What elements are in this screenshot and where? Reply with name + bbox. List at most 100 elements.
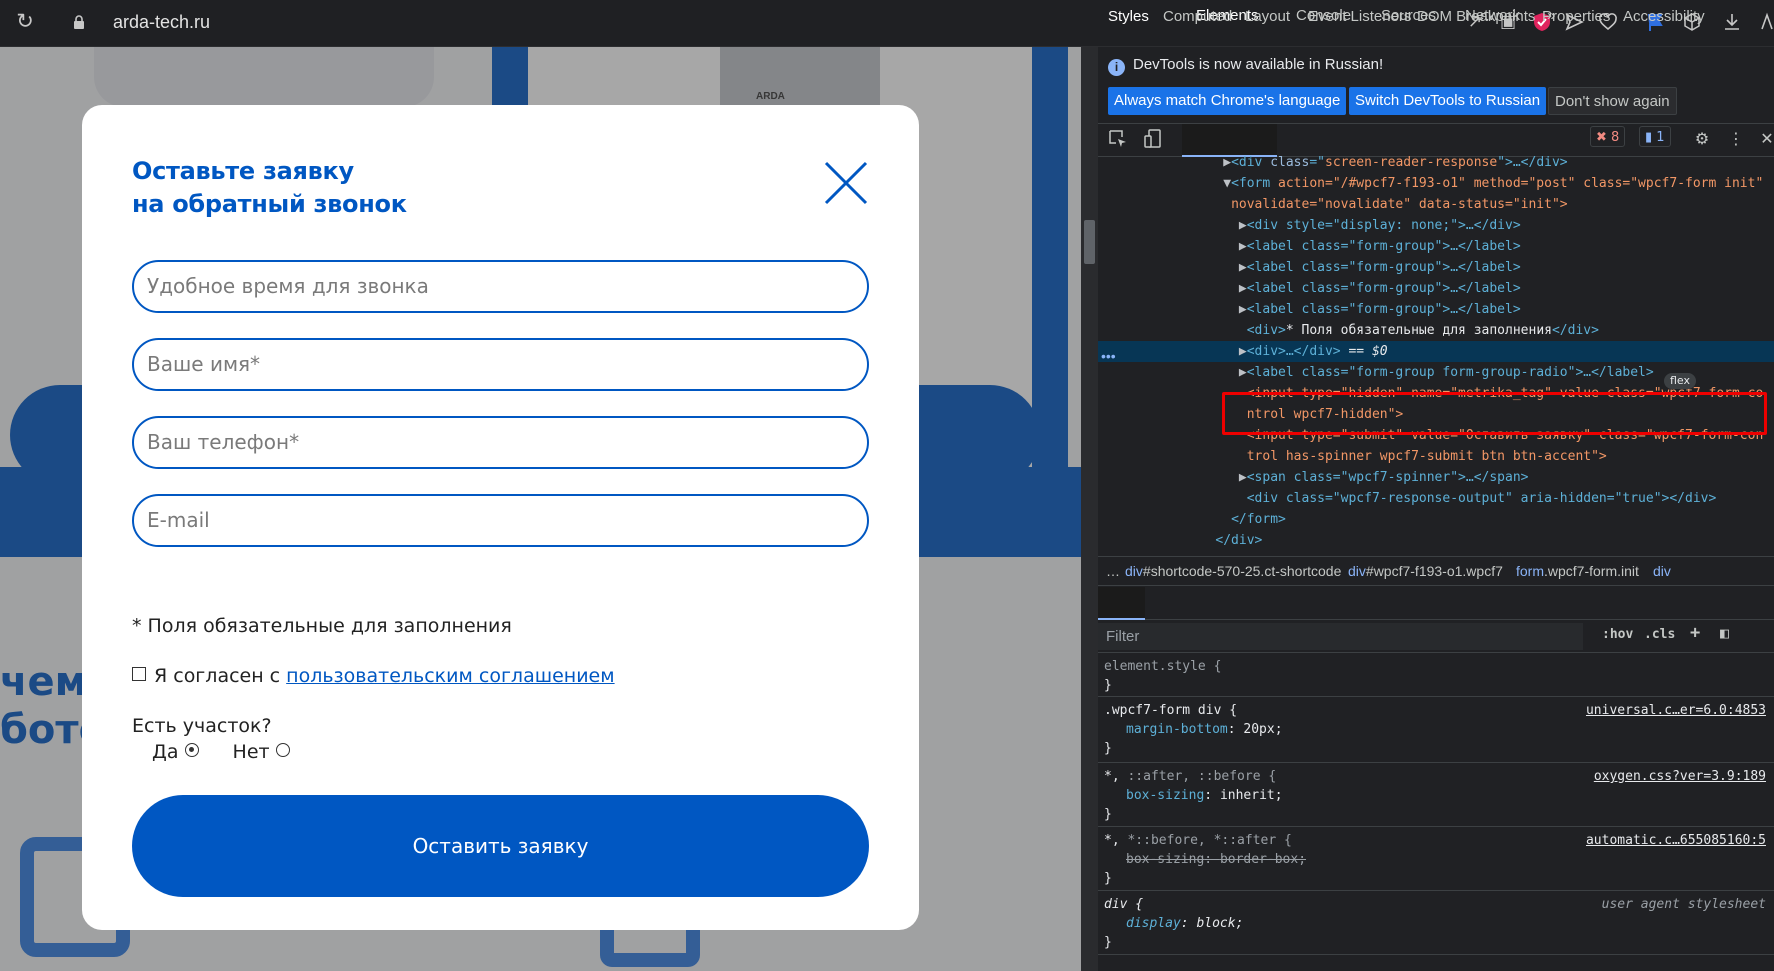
rule-selector[interactable]: *, ::after, ::before {	[1104, 769, 1276, 784]
dom-line[interactable]: ▶<label class="form-group">…</label>	[1098, 278, 1774, 299]
info-icon: i	[1108, 59, 1125, 76]
dom-line-submit-input-cont[interactable]: trol has-spinner wpcf7-submit btn btn-ac…	[1098, 446, 1774, 467]
agreement-row: Я согласен с пользовательским соглашение…	[132, 665, 615, 687]
dom-line[interactable]: ▶<label class="form-group">…</label>	[1098, 257, 1774, 278]
dont-show-button[interactable]: Don't show again	[1548, 87, 1677, 115]
phone-input[interactable]: Ваш телефон*	[132, 416, 869, 469]
required-note: * Поля обязательные для заполнения	[132, 615, 512, 637]
subtab-computed[interactable]: Computed	[1163, 8, 1232, 25]
message-icon: ▮	[1645, 130, 1653, 145]
rule-declaration[interactable]: display: block;	[1126, 916, 1243, 931]
callback-time-input[interactable]: Удобное время для звонка	[132, 260, 869, 313]
dom-line[interactable]: ▶<label class="form-group">…</label>	[1098, 299, 1774, 320]
participant-radio-group: Да Нет	[152, 741, 290, 763]
name-input[interactable]: Ваше имя*	[132, 338, 869, 391]
add-rule-icon[interactable]: +	[1690, 623, 1700, 643]
messages-count: 1	[1656, 130, 1665, 145]
dom-more-icon[interactable]: •••	[1101, 348, 1116, 364]
rule-source-link[interactable]: oxygen.css?ver=3.9:189	[1594, 769, 1766, 784]
battery-icon[interactable]	[1756, 11, 1774, 33]
elements-tree: ▶<div class="screen-reader-response">…</…	[1098, 155, 1774, 556]
styles-tabbar	[1098, 586, 1774, 620]
rule-declaration[interactable]: margin-bottom: 20px;	[1126, 722, 1283, 737]
flex-badge[interactable]: flex	[1664, 373, 1697, 389]
download-icon[interactable]	[1721, 11, 1743, 33]
breadcrumb-item[interactable]: div	[1653, 557, 1671, 585]
reload-icon[interactable]: ↻	[13, 10, 37, 34]
messages-badge[interactable]: ▮ 1	[1639, 126, 1671, 147]
submit-button[interactable]: Оставить заявку	[132, 795, 869, 897]
dom-line[interactable]: </form>	[1098, 509, 1774, 530]
rule-declaration[interactable]: box-sizing: inherit;	[1126, 788, 1283, 803]
dom-line[interactable]: ▶<div class="screen-reader-response">…</…	[1098, 152, 1774, 173]
settings-gear-icon[interactable]: ⚙	[1691, 128, 1713, 150]
rule-close: }	[1104, 741, 1112, 756]
device-toggle-icon[interactable]	[1142, 128, 1164, 150]
agreement-checkbox[interactable]	[132, 667, 146, 681]
hov-toggle[interactable]: :hov	[1602, 627, 1633, 642]
dom-line-form[interactable]: ▼<form action="/#wpcf7-f193-o1" method="…	[1098, 173, 1774, 194]
dom-line-form-cont[interactable]: novalidate="novalidate" data-status="ini…	[1098, 194, 1774, 215]
modal-title: Оставьте заявку на обратный звонок	[132, 157, 407, 218]
dom-line-selected[interactable]: ▶<div>…</div> == $0	[1098, 341, 1774, 362]
rule-declaration-overridden[interactable]: box-sizing: border-box;	[1126, 852, 1306, 867]
dom-line[interactable]: <div class="wpcf7-response-output" aria-…	[1098, 488, 1774, 509]
subtab-properties[interactable]: Properties	[1542, 8, 1610, 25]
switch-language-button[interactable]: Switch DevTools to Russian	[1349, 87, 1547, 115]
match-language-button[interactable]: Always match Chrome's language	[1108, 87, 1347, 115]
email-input[interactable]: E-mail	[132, 494, 869, 547]
styles-pane: element.style { } .wpcf7-form div { univ…	[1098, 653, 1774, 971]
style-rule: element.style { }	[1098, 653, 1774, 697]
rule-source-link[interactable]: universal.c…er=6.0:4853	[1586, 703, 1766, 718]
rule-source-user-agent: user agent stylesheet	[1601, 897, 1766, 912]
rule-selector[interactable]: *, *::before, *::after {	[1104, 833, 1292, 848]
radio-no[interactable]	[275, 743, 290, 757]
breadcrumb-item[interactable]: div#wpcf7-f193-o1.wpcf7	[1348, 557, 1503, 585]
breadcrumb-item[interactable]: form.wpcf7-form.init	[1516, 557, 1639, 585]
rule-selector[interactable]: element.style {	[1104, 659, 1221, 674]
rule-close: }	[1104, 678, 1112, 693]
style-rule: *, *::before, *::after { automatic.c…655…	[1098, 827, 1774, 891]
rule-close: }	[1104, 871, 1112, 886]
rule-selector[interactable]: .wpcf7-form div {	[1104, 703, 1237, 718]
close-devtools-icon[interactable]: ✕	[1756, 128, 1774, 150]
styles-filter-input[interactable]: Filter	[1098, 623, 1583, 650]
close-icon[interactable]	[824, 161, 868, 205]
dom-line[interactable]: ▶<span class="wpcf7-spinner">…</span>	[1098, 467, 1774, 488]
style-rule: *, ::after, ::before { oxygen.css?ver=3.…	[1098, 763, 1774, 827]
rule-close: }	[1104, 807, 1112, 822]
page-scrollbar-thumb[interactable]	[1084, 220, 1095, 264]
callback-modal: Оставьте заявку на обратный звонок Удобн…	[82, 105, 919, 930]
active-subtab-bg	[1098, 587, 1145, 620]
radio-yes-label: Да	[152, 741, 179, 763]
breadcrumb-item[interactable]: div#shortcode-570-25.ct-shortcode	[1125, 557, 1341, 585]
agreement-link[interactable]: пользовательским соглашением	[286, 665, 614, 687]
breadcrumb: … div#shortcode-570-25.ct-shortcode div#…	[1098, 556, 1774, 586]
rule-selector[interactable]: div {	[1104, 897, 1143, 912]
cls-toggle[interactable]: .cls	[1644, 627, 1675, 642]
page-scrollbar[interactable]	[1081, 47, 1098, 971]
subtab-layout[interactable]: Layout	[1245, 8, 1290, 25]
subtab-dom-breakpoints[interactable]: DOM Breakpoints	[1417, 8, 1535, 25]
style-rule: .wpcf7-form div { universal.c…er=6.0:485…	[1098, 697, 1774, 763]
dom-line[interactable]: <div>* Поля обязательные для заполнения<…	[1098, 320, 1774, 341]
inspect-icon[interactable]	[1107, 128, 1129, 150]
breadcrumb-more[interactable]: …	[1106, 557, 1120, 585]
subtab-event-listeners[interactable]: Event Listeners	[1308, 8, 1411, 25]
dom-line[interactable]: ▶<div style="display: none;">…</div>	[1098, 215, 1774, 236]
errors-badge[interactable]: ✖ 8	[1590, 126, 1626, 147]
web-page: ARDA чему бото Оставьте заявку на обратн…	[0, 47, 1081, 971]
address-bar[interactable]: arda-tech.ru	[113, 12, 210, 33]
rule-source-link[interactable]: automatic.c…655085160:5	[1586, 833, 1766, 848]
subtab-accessibility[interactable]: Accessibility	[1623, 8, 1705, 25]
radio-yes[interactable]	[184, 743, 199, 757]
toggle-sidebar-icon[interactable]: ◧	[1720, 624, 1729, 642]
dom-line[interactable]: ▶<label class="form-group">…</label>	[1098, 236, 1774, 257]
kebab-menu-icon[interactable]: ⋮	[1725, 128, 1747, 150]
dom-line[interactable]: </div>	[1098, 530, 1774, 551]
radio-no-label: Нет	[232, 741, 270, 763]
subtab-styles[interactable]: Styles	[1108, 8, 1149, 25]
error-icon: ✖	[1596, 130, 1607, 145]
lock-icon[interactable]	[73, 14, 85, 30]
agreement-text: Я согласен с	[154, 665, 287, 687]
